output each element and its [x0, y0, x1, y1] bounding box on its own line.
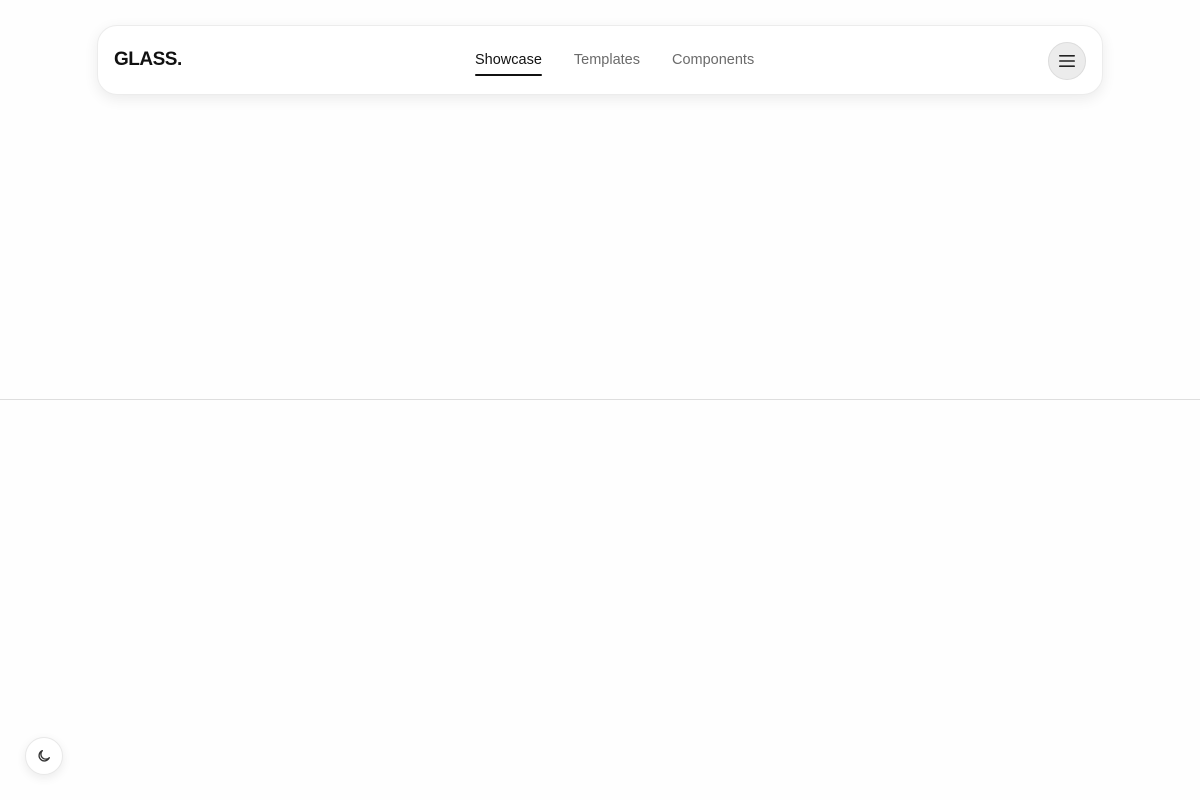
nav-tabs: Showcase Templates Components: [475, 50, 754, 76]
theme-toggle-button[interactable]: [25, 737, 63, 775]
tab-showcase[interactable]: Showcase: [475, 50, 542, 76]
brand-logo[interactable]: GLASS.: [114, 49, 182, 71]
hamburger-menu-icon: [1059, 54, 1075, 68]
tab-components[interactable]: Components: [672, 50, 754, 70]
tab-templates[interactable]: Templates: [574, 50, 640, 70]
moon-icon: [36, 748, 52, 764]
top-navbar: GLASS. Showcase Templates Components: [97, 25, 1103, 95]
page: GLASS. Showcase Templates Components: [0, 0, 1200, 800]
section-divider: [0, 399, 1200, 400]
menu-button[interactable]: [1048, 42, 1086, 80]
